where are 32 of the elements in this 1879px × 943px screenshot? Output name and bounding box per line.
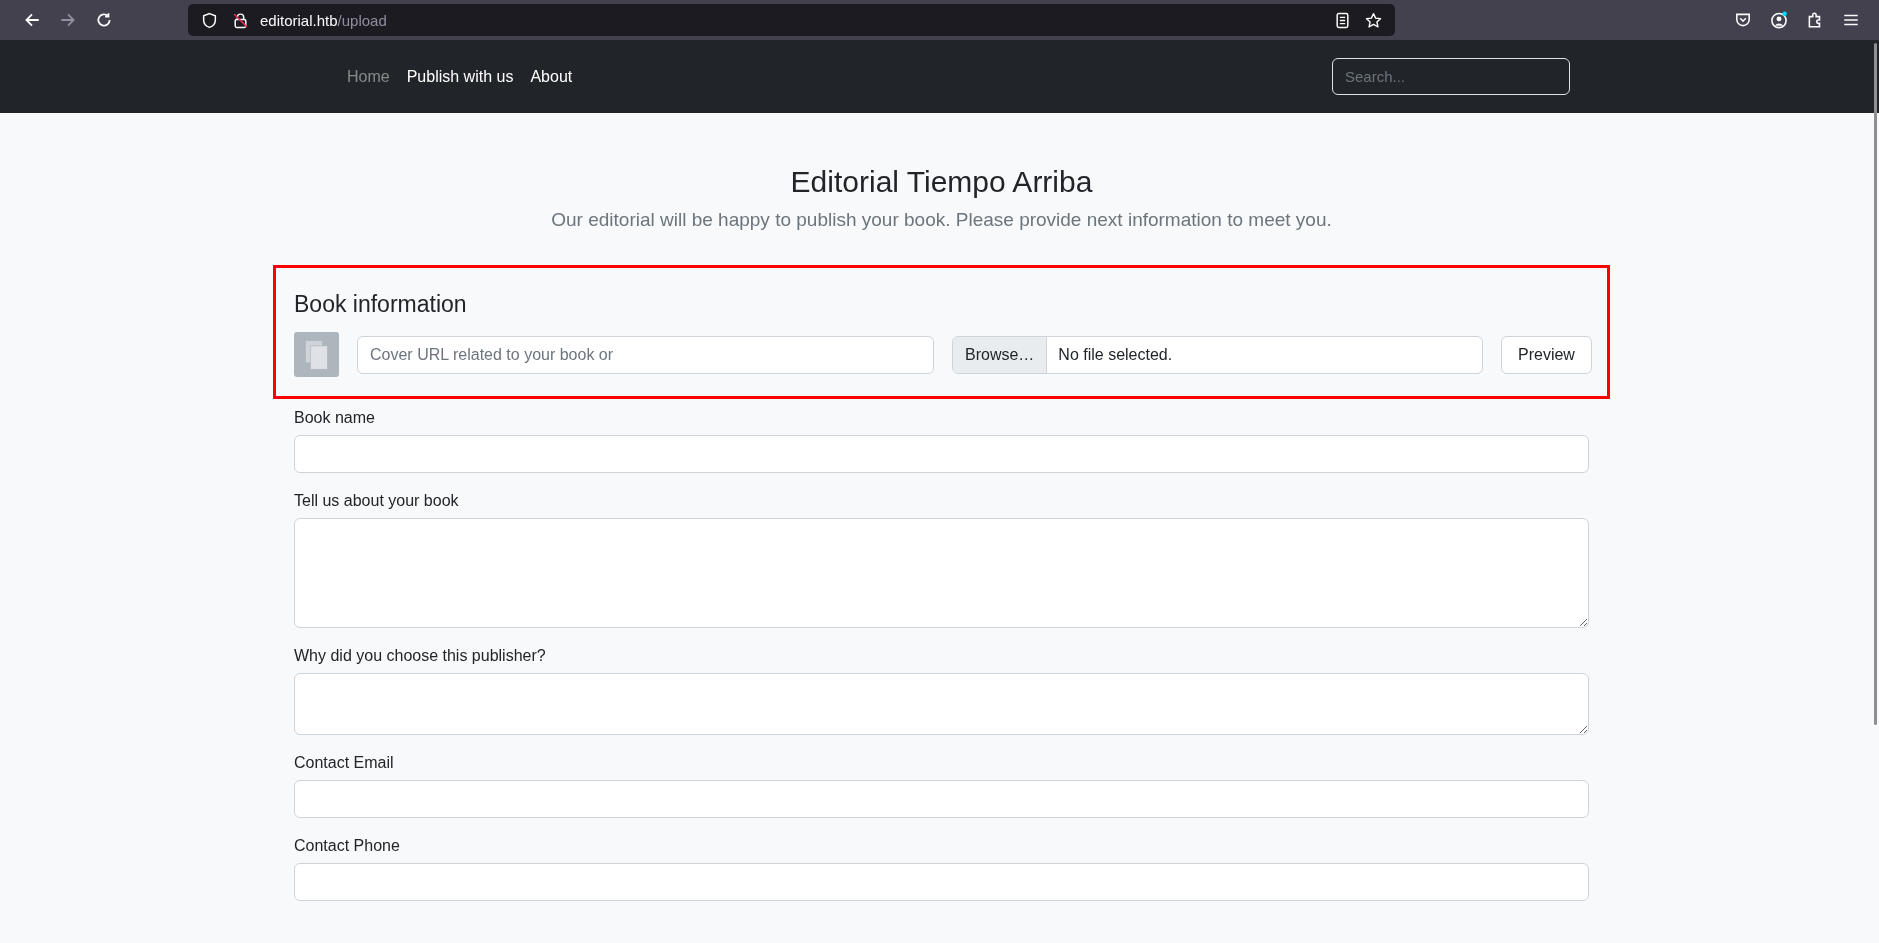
file-input[interactable]: Browse… No file selected. [952, 335, 1483, 374]
text-field[interactable] [294, 863, 1589, 901]
text-field[interactable] [294, 435, 1589, 473]
nav-link[interactable]: Publish with us [406, 67, 514, 86]
field-label: Why did you choose this publisher? [294, 647, 547, 665]
address-bar[interactable]: editorial.htb/upload [188, 4, 1395, 36]
field-label: Contact Phone [294, 837, 401, 855]
file-status-text: No file selected. [1057, 344, 1174, 365]
shield-icon [201, 11, 218, 29]
browse-button[interactable]: Browse… [953, 336, 1048, 373]
field-label: Tell us about your book [294, 492, 460, 510]
back-icon[interactable] [23, 11, 41, 29]
pocket-icon[interactable] [1734, 11, 1752, 29]
cover-url-field[interactable]: Cover URL related to your book or [357, 335, 934, 374]
account-icon[interactable] [1770, 11, 1788, 29]
text-field[interactable] [294, 780, 1589, 818]
star-icon[interactable] [1365, 11, 1382, 29]
insecure-lock-icon [232, 11, 249, 29]
page-title: Editorial Tiempo Arriba [789, 165, 1094, 199]
nav-link[interactable]: Home [347, 67, 390, 86]
page-subtitle: Our editorial will be happy to publish your book. Please provide next information to meet you. [550, 209, 1333, 231]
field-label: Contact Email [294, 754, 395, 772]
search-field[interactable]: Search... [1332, 58, 1570, 95]
nav-link[interactable]: About [530, 67, 573, 86]
section-heading: Book information [294, 291, 468, 318]
pages-icon [303, 338, 330, 371]
preview-button[interactable]: Preview [1501, 335, 1592, 374]
field-label: Book name [294, 409, 376, 427]
url-text: editorial.htb/upload [260, 11, 387, 29]
reader-view-icon[interactable] [1334, 11, 1351, 29]
scrollbar[interactable] [1874, 43, 1877, 725]
reload-icon[interactable] [95, 11, 113, 29]
